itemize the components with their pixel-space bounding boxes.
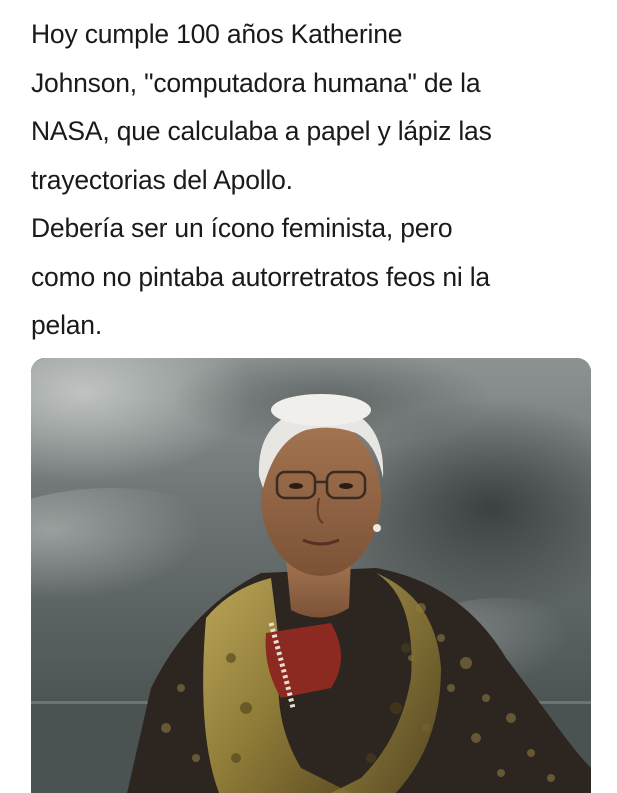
social-post: Hoy cumple 100 años Katherine Johnson, "… <box>0 0 617 793</box>
post-text: Hoy cumple 100 años Katherine Johnson, "… <box>31 19 492 340</box>
portrait-photo-icon <box>31 358 591 793</box>
post-photo[interactable] <box>31 358 591 793</box>
